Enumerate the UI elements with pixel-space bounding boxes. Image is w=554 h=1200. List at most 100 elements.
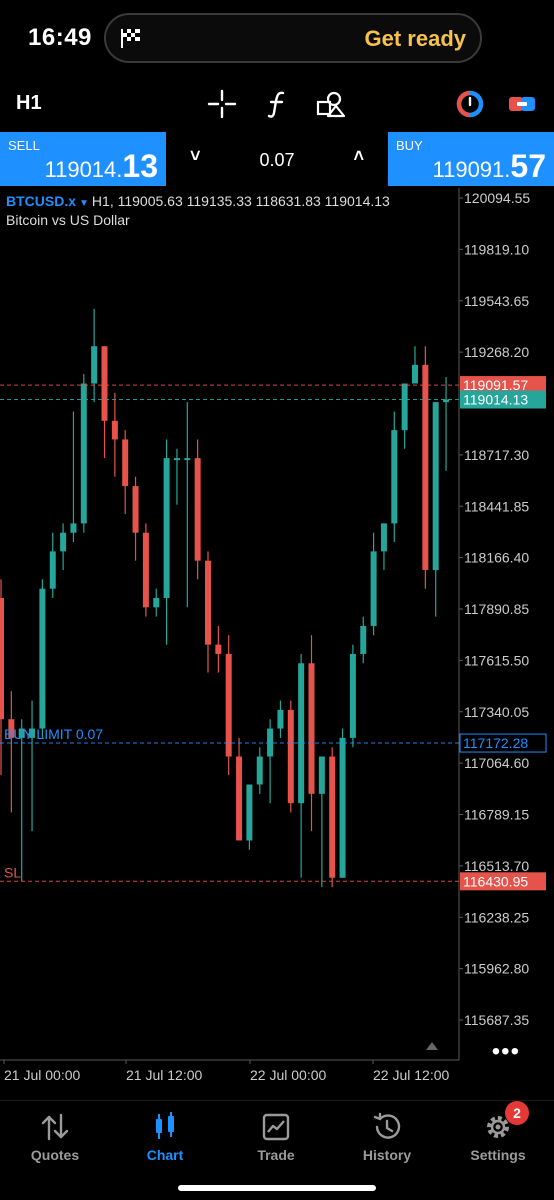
x-tick-label: 21 Jul 12:00 [126,1067,202,1083]
tab-history[interactable]: History [332,1101,442,1171]
quotes-icon [41,1113,69,1141]
buy-label: BUY [396,138,423,153]
candle-bear [132,486,139,533]
y-tick-label: 118441.85 [464,498,529,514]
candle-bear [287,709,294,804]
candle-bull [256,756,263,785]
timeframe-button[interactable]: H1 [16,92,42,115]
y-tick-label: 117064.60 [464,755,529,771]
lot-increase-button[interactable]: ˄ [353,146,364,167]
x-tick-label: 21 Jul 00:00 [4,1067,80,1083]
home-indicator[interactable] [178,1185,376,1191]
candle-bear [111,420,118,440]
price-tag-label-bid: 119014.13 [463,392,528,408]
symbol-description: Bitcoin vs US Dollar [6,212,130,228]
candle-bull [184,458,191,461]
candle-bull [277,709,284,729]
sell-label: SELL [8,138,40,153]
candle-bull [318,756,325,794]
candle-bear [122,439,129,487]
dynamic-island-banner[interactable]: Get ready [104,13,482,63]
clock: 16:49 [28,24,92,51]
y-tick-label: 117615.50 [464,652,529,668]
candle-bear [329,756,336,878]
candle-bull [163,458,170,598]
chart-canvas[interactable]: 120094.55 119819.10 119543.65 119268.20 1187… [0,188,554,1100]
candle-bull [49,551,56,589]
candle-bull [70,523,77,533]
candle-bull [298,663,305,804]
candle-bear [225,653,232,757]
candle-bull [39,588,46,729]
candle-bull [80,383,87,524]
line-text-order: BUY LIMIT 0.07 [4,726,103,742]
symbol-name[interactable]: BTCUSD.x [6,193,76,209]
candle-bull [246,784,253,841]
buy-button[interactable]: BUY 119091.57 [388,132,554,186]
y-tick-label: 118166.40 [464,550,529,566]
candle-bull [380,523,387,552]
candle-bull [360,625,367,654]
trade-panel: SELL 119014.13 ˅ 0.07 ˄ BUY 119091.57 [0,132,554,186]
candle-bear [194,458,201,561]
tab-chart[interactable]: Chart [110,1101,220,1171]
chart-toolbar: H1 [0,76,554,132]
candle-bull [91,346,98,384]
sell-button[interactable]: SELL 119014.13 [0,132,166,186]
trade-icon [262,1113,290,1141]
candle-bull [349,653,356,738]
status-bar: 16:49 Get ready [0,0,554,76]
y-tick-label: 115962.80 [464,961,529,977]
candle-bull [391,430,398,524]
indicators-icon[interactable] [262,88,294,120]
candle-bear [142,532,149,608]
get-ready-text: Get ready [364,26,467,51]
y-tick-label: 116513.70 [464,858,529,874]
y-tick-label: 116789.15 [464,807,529,823]
checkered-flag-icon [121,29,140,48]
price-chart[interactable]: 120094.55 119819.10 119543.65 119268.20 1187… [0,188,554,1100]
x-tick-label: 22 Jul 00:00 [250,1067,326,1083]
price-tag-label-sl: 116430.95 [463,873,528,889]
line-text-sl: SL [4,864,21,880]
price-tag-label-order: 117172.28 [463,735,528,751]
tab-quotes[interactable]: Quotes [0,1101,110,1171]
y-tick-label: 117890.85 [464,601,529,617]
history-icon [373,1112,401,1139]
account-toggle-icon[interactable] [506,88,538,120]
chart-icon [156,1112,174,1139]
candle-bull [173,458,180,461]
candle-bull [153,597,160,608]
candle-bear [101,346,108,421]
ohlc-values: H1, 119005.63 119135.33 118631.83 119014… [91,193,390,209]
candle-bear [0,597,4,720]
lot-size-control: ˅ 0.07 ˄ [166,132,388,186]
y-tick-label: 118717.30 [464,447,529,463]
tab-trade[interactable]: Trade [221,1101,331,1171]
candle-bear [308,663,315,794]
y-tick-label: 117340.05 [464,704,529,720]
scroll-end-icon [426,1042,438,1050]
y-tick-label: 119543.65 [464,293,529,309]
more-options-icon[interactable]: ••• [492,1038,520,1066]
candle-bull [401,383,408,431]
one-click-trading-icon[interactable] [454,88,486,120]
y-tick-label: 116238.25 [464,909,529,925]
candle-bear [236,756,243,841]
x-tick-label: 22 Jul 12:00 [373,1067,449,1083]
settings-notification-badge: 2 [505,1101,529,1125]
chart-symbol-line: BTCUSD.x ▼ H1, 119005.63 119135.33 118631.… [6,193,390,209]
objects-icon[interactable] [314,88,346,120]
candle-bear [215,644,222,654]
candle-bull [432,402,439,571]
y-tick-label: 119819.10 [464,241,529,257]
tab-settings[interactable]: Settings 2 [443,1101,553,1171]
candle-bull [339,737,346,878]
symbol-caret-icon[interactable]: ▼ [79,198,89,209]
crosshair-icon[interactable] [206,88,238,120]
y-tick-label: 115687.35 [464,1012,529,1028]
candle-bull [370,551,377,626]
candle-bull [267,728,274,757]
buy-price: 119091.57 [432,148,547,184]
y-tick-label: 120094.55 [464,190,530,206]
